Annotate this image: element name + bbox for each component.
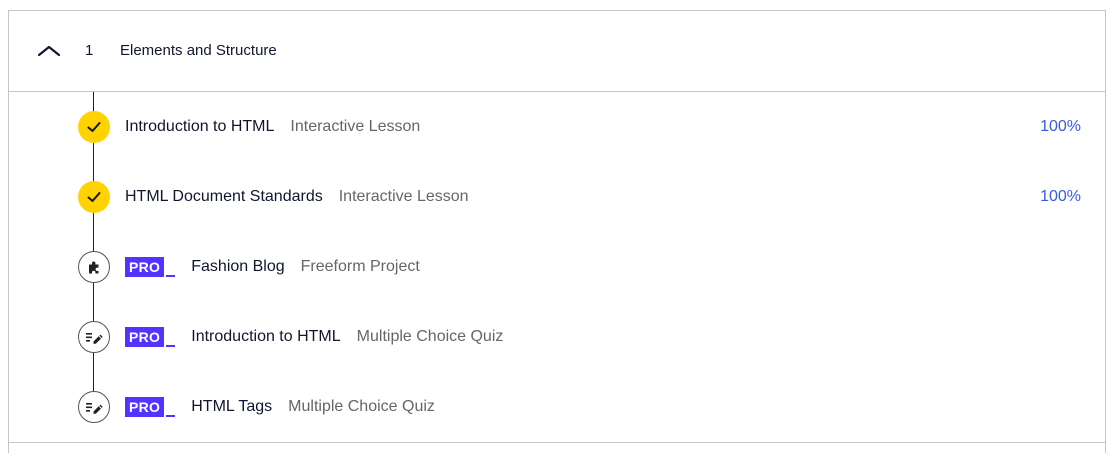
incomplete-status-badge [78,391,110,423]
pro-badge: PRO [125,327,176,347]
progress-percent: 100% [1040,118,1081,135]
lesson-item[interactable]: HTML Document Standards Interactive Less… [9,162,1105,232]
pro-label: PRO [125,257,165,277]
pro-underscore [166,415,176,417]
quiz-item[interactable]: PRO HTML Tags Multiple Choice Quiz [9,372,1105,442]
puzzle-icon [89,261,99,274]
item-title[interactable]: Introduction to HTML [125,117,274,137]
item-type: Interactive Lesson [290,118,421,135]
pro-label: PRO [125,327,165,347]
item-type: Freeform Project [300,258,420,275]
syllabus-module-panel: 1 Elements and Structure Introduction to… [8,10,1106,453]
project-item[interactable]: PRO Fashion Blog Freeform Project [9,232,1105,302]
pro-underscore [166,275,176,277]
module-number: 1 [85,42,94,59]
item-title[interactable]: HTML Document Standards [125,187,323,207]
check-icon [87,192,101,202]
lesson-item[interactable]: Introduction to HTML Interactive Lesson … [9,92,1105,162]
divider [9,442,1105,443]
quiz-icon [86,333,103,344]
pro-badge: PRO [125,257,176,277]
item-title[interactable]: HTML Tags [191,397,272,417]
quiz-item[interactable]: PRO Introduction to HTML Multiple Choice… [9,302,1105,372]
item-type: Multiple Choice Quiz [356,328,504,345]
complete-status-badge [78,181,110,213]
item-title[interactable]: Introduction to HTML [191,327,340,347]
incomplete-status-badge [78,321,110,353]
quiz-icon [86,403,103,414]
module-title: Elements and Structure [120,42,277,59]
chevron-up-icon[interactable] [36,43,62,59]
complete-status-badge [78,111,110,143]
progress-percent: 100% [1040,188,1081,205]
item-type: Multiple Choice Quiz [288,398,435,415]
pro-badge: PRO [125,397,176,417]
check-icon [87,122,101,132]
pro-label: PRO [125,397,165,417]
pro-underscore [166,345,176,347]
item-title[interactable]: Fashion Blog [191,257,284,277]
incomplete-status-badge [78,251,110,283]
module-header[interactable]: 1 Elements and Structure [9,11,1105,92]
item-type: Interactive Lesson [338,188,469,205]
